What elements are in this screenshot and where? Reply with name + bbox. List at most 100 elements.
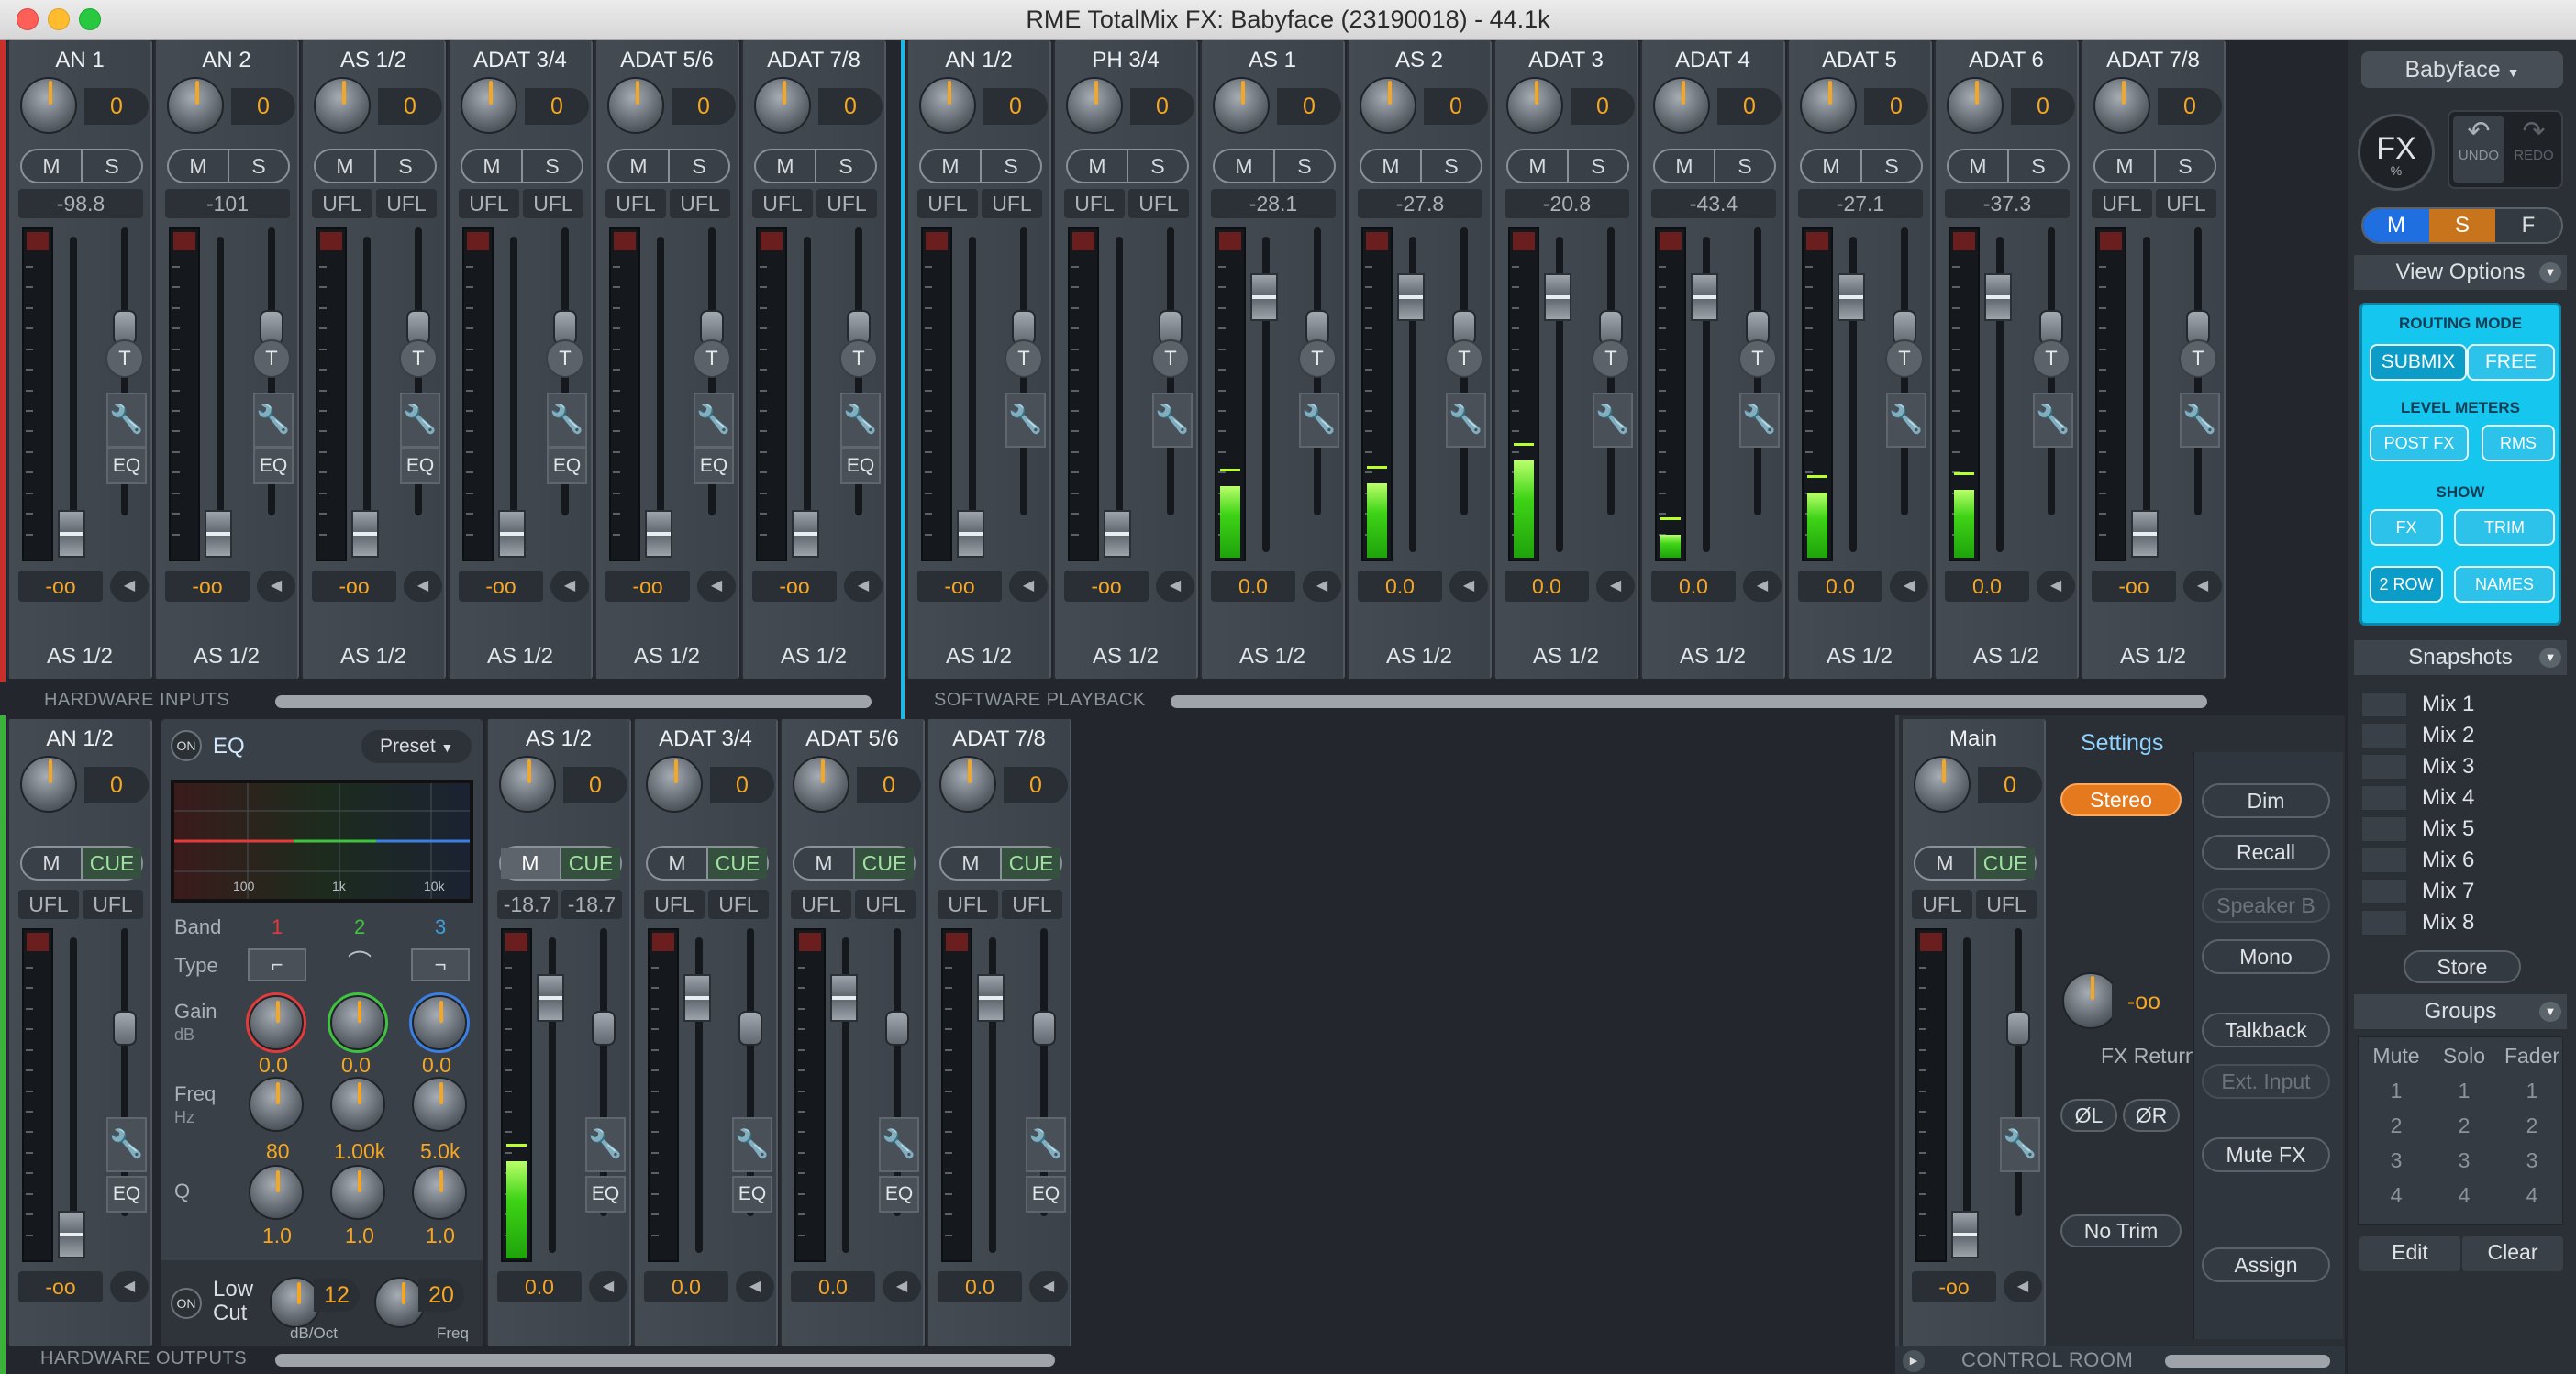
snapshot-slot[interactable] [2361, 816, 2407, 842]
gain-knob[interactable] [167, 77, 224, 134]
talkback-button[interactable]: T [2032, 339, 2071, 378]
groups-edit-button[interactable]: Edit [2359, 1236, 2460, 1271]
band-3-q-knob[interactable] [412, 1165, 467, 1220]
talkback-button[interactable]: T [1885, 339, 1924, 378]
gain-knob[interactable] [499, 756, 556, 813]
channel-name[interactable]: ADAT 4 [1642, 48, 1783, 73]
mute-button[interactable]: M [2095, 150, 2156, 182]
groups-clear-button[interactable]: Clear [2462, 1236, 2563, 1271]
route-label[interactable]: AS 1/2 [9, 644, 150, 675]
group-slot[interactable]: 3 [2504, 1148, 2559, 1173]
snapshot-item[interactable]: Mix 5 [2361, 814, 2561, 844]
route-label[interactable]: AS 1/2 [156, 644, 297, 675]
group-slot[interactable]: 1 [2369, 1079, 2424, 1103]
solo-button[interactable]: S [2156, 150, 2215, 182]
side-button-assign[interactable]: Assign [2202, 1247, 2330, 1282]
channel-name[interactable]: ADAT 6 [1936, 48, 2077, 73]
volume-fader[interactable] [1984, 273, 2012, 321]
settings-wrench-icon[interactable]: 🔧 [732, 1117, 772, 1172]
gain-knob[interactable] [2093, 77, 2150, 134]
channel-name[interactable]: ADAT 3 [1495, 48, 1637, 73]
route-label[interactable]: AS 1/2 [1055, 644, 1196, 675]
eq-button[interactable]: EQ [840, 448, 881, 484]
volume-fader[interactable] [1397, 273, 1425, 321]
snapshot-item[interactable]: Mix 1 [2361, 690, 2561, 719]
band-2-type-peak-button[interactable]: ⌒ [330, 948, 389, 981]
band-2-freq-knob[interactable] [330, 1077, 385, 1132]
panning-arrow-icon[interactable]: ◀ [883, 1271, 921, 1302]
solo-button[interactable]: S [670, 150, 728, 182]
volume-fader[interactable] [2131, 510, 2159, 558]
volume-fader[interactable] [205, 510, 232, 558]
panning-arrow-icon[interactable]: ◀ [589, 1271, 627, 1302]
panning-arrow-icon[interactable]: ◀ [2183, 571, 2222, 602]
route-label[interactable]: AS 1/2 [908, 644, 1049, 675]
trim-button[interactable]: TRIM [2454, 509, 2555, 546]
snapshot-slot[interactable] [2361, 723, 2407, 748]
solo-button[interactable]: S [1569, 150, 1627, 182]
side-button-talkback[interactable]: Talkback [2202, 1013, 2330, 1047]
volume-fader[interactable] [977, 974, 1005, 1022]
volume-fader[interactable] [351, 510, 379, 558]
panning-arrow-icon[interactable]: ◀ [1743, 571, 1782, 602]
volume-fader[interactable] [1250, 273, 1278, 321]
route-label[interactable]: AS 1/2 [2082, 644, 2224, 675]
panning-arrow-icon[interactable]: ◀ [1449, 571, 1488, 602]
mute-button[interactable]: M [22, 150, 83, 182]
talkback-button[interactable]: T [546, 339, 584, 378]
talkback-button[interactable]: T [1005, 339, 1043, 378]
settings-wrench-icon[interactable]: 🔧 [400, 393, 440, 448]
channel-name[interactable]: AS 1/2 [303, 48, 444, 73]
undo-button[interactable]: ↶ UNDO [2453, 116, 2504, 183]
group-slot[interactable]: 2 [2504, 1114, 2559, 1138]
gain-knob[interactable] [1506, 77, 1563, 134]
eq-button[interactable]: EQ [1026, 1176, 1066, 1213]
settings-wrench-icon[interactable]: 🔧 [547, 393, 587, 448]
mute-button[interactable]: M [1215, 150, 1275, 182]
talkback-button[interactable]: T [1738, 339, 1777, 378]
snapshots-header[interactable]: Snapshots ▼ [2354, 640, 2567, 675]
talkback-button[interactable]: T [693, 339, 731, 378]
snapshot-slot[interactable] [2361, 910, 2407, 936]
groups-header[interactable]: Groups ▼ [2354, 994, 2567, 1029]
eq-button[interactable]: EQ [253, 448, 294, 484]
gain-knob[interactable] [1360, 77, 1416, 134]
side-button-mono[interactable]: Mono [2202, 939, 2330, 974]
talkback-button[interactable]: T [839, 339, 878, 378]
device-selector[interactable]: Babyface ▼ [2361, 51, 2563, 88]
talkback-button[interactable]: T [252, 339, 291, 378]
settings-wrench-icon[interactable]: 🔧 [2033, 393, 2073, 448]
outputs-scrollbar[interactable] [275, 1354, 1055, 1367]
talkback-button[interactable]: T [1151, 339, 1190, 378]
panning-arrow-icon[interactable]: ◀ [110, 571, 149, 602]
panning-arrow-icon[interactable]: ◀ [110, 1271, 149, 1302]
eq-button[interactable]: EQ [732, 1176, 772, 1213]
phase-left-button[interactable]: ØL [2060, 1099, 2117, 1132]
show-fx-button[interactable]: FX [2370, 509, 2443, 546]
cue-button[interactable]: CUE [561, 848, 620, 879]
side-button-dim[interactable]: Dim [2202, 783, 2330, 818]
panning-arrow-icon[interactable]: ◀ [2004, 1271, 2042, 1302]
channel-name[interactable]: ADAT 5/6 [596, 48, 738, 73]
gain-knob[interactable] [314, 77, 371, 134]
stereo-button[interactable]: Stereo [2060, 783, 2182, 816]
play-icon[interactable]: ▶ [1903, 1350, 1925, 1372]
control-room-scrollbar[interactable] [2165, 1355, 2330, 1368]
eq-button[interactable]: EQ [106, 448, 147, 484]
talkback-button[interactable]: T [105, 339, 144, 378]
gain-knob[interactable] [939, 756, 996, 813]
settings-label[interactable]: Settings [2081, 730, 2163, 757]
route-label[interactable]: AS 1/2 [1349, 644, 1490, 675]
route-label[interactable]: AS 1/2 [450, 644, 591, 675]
send-slider[interactable] [885, 1011, 909, 1046]
mute-button[interactable]: M [22, 848, 83, 879]
panning-arrow-icon[interactable]: ◀ [257, 571, 295, 602]
snapshot-item[interactable]: Mix 3 [2361, 752, 2561, 781]
solo-button[interactable]: S [1715, 150, 1774, 182]
send-slider[interactable] [113, 1011, 137, 1046]
snapshot-slot[interactable] [2361, 692, 2407, 717]
group-slot[interactable]: 4 [2437, 1183, 2492, 1208]
channel-name[interactable]: ADAT 7/8 [743, 48, 884, 73]
send-slider[interactable] [1032, 1011, 1056, 1046]
two-row-button[interactable]: 2 ROW [2370, 566, 2443, 603]
